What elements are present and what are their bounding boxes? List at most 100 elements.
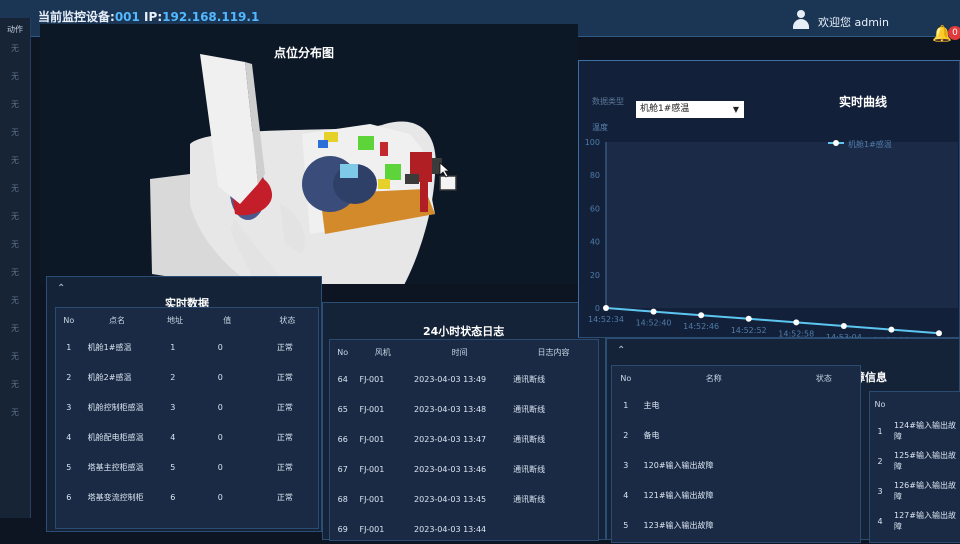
table-cell: 65 (337, 404, 348, 414)
collapse-chevron-icon[interactable]: ⌃ (57, 283, 65, 294)
y-tick-label: 40 (590, 238, 600, 247)
sidebar-action-item[interactable]: 无 (0, 147, 30, 175)
data-point (650, 308, 657, 315)
data-point (698, 312, 705, 319)
table-cell: 1 (170, 342, 176, 352)
sidebar-action-item[interactable]: 无 (0, 203, 30, 231)
table-row[interactable]: 1 124#输入输出故障 (870, 416, 960, 446)
table-cell: 正常 (276, 342, 293, 352)
table-row[interactable]: 3 机舱控制柜感温 3 0 正常 (56, 392, 318, 422)
col-time: 时间 (451, 347, 468, 357)
y-tick-label: 20 (590, 271, 600, 280)
data-point (745, 315, 752, 322)
mouse-cursor-icon (439, 162, 451, 178)
table-cell: 0 (217, 462, 223, 472)
table-cell: 1 (623, 400, 629, 410)
fault-info-panel: ⌃ 故障信息 No 名称 状态 1 主电 2 备电 3 120#输入输出故障 4 121#输入… (606, 338, 960, 543)
sidebar-action-item[interactable]: 无 (0, 175, 30, 203)
table-row[interactable]: 4 121#输入输出故障 (612, 480, 860, 510)
turbine-3d-model[interactable] (40, 24, 578, 284)
notification-badge[interactable]: 0 (948, 26, 960, 40)
sidebar-action-item[interactable]: 无 (0, 63, 30, 91)
sidebar-header: 动作 (7, 25, 23, 34)
realtime-curve-chart[interactable]: 0 20 40 60 80 100 14:52:34 14:52:40 14:52:46 14:5… (578, 118, 960, 358)
table-cell: 正常 (276, 402, 293, 412)
table-cell: 0 (217, 432, 223, 442)
sidebar-action-item[interactable]: 无 (0, 315, 30, 343)
col-address: 地址 (166, 315, 183, 325)
table-row[interactable]: 3 120#输入输出故障 (612, 450, 860, 480)
table-row[interactable]: 66 FJ-001 2023-04-03 13:47 通讯断线 (330, 424, 598, 454)
ip-label: IP: (139, 10, 163, 24)
table-cell: 6 (170, 492, 176, 502)
table-row[interactable]: 1 机舱1#感温 1 0 正常 (56, 332, 318, 362)
sidebar-action-item[interactable]: 无 (0, 35, 30, 63)
table-cell: 1 (66, 342, 72, 352)
table-row[interactable]: 64 FJ-001 2023-04-03 13:49 通讯断线 (330, 364, 598, 394)
sidebar-action-item[interactable]: 无 (0, 119, 30, 147)
model-panel: 点位分布图 (40, 24, 578, 284)
table-row[interactable]: 2 125#输入输出故障 (870, 446, 960, 476)
welcome-text[interactable]: 欢迎您 admin (818, 14, 889, 30)
data-point (793, 319, 800, 326)
table-cell: 正常 (276, 462, 293, 472)
table-row[interactable]: 4 127#输入输出故障 (870, 506, 960, 536)
table-row[interactable]: 5 123#输入输出故障 (612, 510, 860, 540)
col-no: No (620, 373, 632, 383)
sidebar-action-item[interactable]: 无 (0, 91, 30, 119)
table-cell: 通讯断线 (513, 464, 546, 474)
data-type-select[interactable]: 机舱1#感温 ▼ (636, 101, 744, 118)
table-row[interactable]: 6 塔基变流控制柜 6 0 正常 (56, 482, 318, 512)
x-tick-label: 14:52:40 (636, 319, 672, 328)
table-row[interactable]: 1 主电 (612, 390, 860, 420)
table-cell: 正常 (276, 372, 293, 382)
table-cell: 2 (877, 456, 883, 466)
table-cell: FJ-001 (359, 434, 385, 444)
table-cell: 备电 (643, 430, 660, 440)
table-cell: 0 (217, 342, 223, 352)
table-cell: 4 (877, 516, 883, 526)
table-cell: 2 (170, 372, 176, 382)
sidebar-action-item[interactable]: 无 (0, 287, 30, 315)
table-row[interactable]: 4 机舱配电柜感温 4 0 正常 (56, 422, 318, 452)
user-avatar-icon[interactable] (793, 10, 809, 30)
data-point (888, 326, 895, 333)
table-row[interactable]: 3 126#输入输出故障 (870, 476, 960, 506)
sidebar-action-item[interactable]: 无 (0, 259, 30, 287)
sidebar-action-item[interactable]: 无 (0, 231, 30, 259)
col-no: No (874, 399, 886, 409)
table-row[interactable]: 2 备电 (612, 420, 860, 450)
table-cell: 4 (66, 432, 72, 442)
table-cell: 1 (877, 426, 883, 436)
table-cell: 68 (337, 494, 348, 504)
table-cell: 2023-04-03 13:45 (414, 494, 487, 504)
table-cell: 通讯断线 (513, 434, 546, 444)
sidebar-action-item[interactable]: 无 (0, 371, 30, 399)
y-tick-label: 100 (585, 138, 600, 147)
sidebar-action-item[interactable]: 无 (0, 399, 30, 427)
x-tick-label: 14:52:52 (731, 326, 767, 335)
device-label: 当前监控设备: (38, 10, 115, 24)
table-cell: FJ-001 (359, 464, 385, 474)
table-row[interactable]: 65 FJ-001 2023-04-03 13:48 通讯断线 (330, 394, 598, 424)
collapse-chevron-icon[interactable]: ⌃ (617, 345, 625, 356)
col-status: 状态 (279, 315, 296, 325)
table-cell: 64 (337, 374, 348, 384)
table-cell: 0 (217, 372, 223, 382)
table-cell: 67 (337, 464, 348, 474)
status-log-title: 24小时状态日志 (423, 325, 505, 338)
table-row[interactable]: 5 塔基主控柜感温 5 0 正常 (56, 452, 318, 482)
table-cell: 3 (66, 402, 72, 412)
table-cell: 5 (170, 462, 176, 472)
fault-table: No 名称 状态 1 主电 2 备电 3 120#输入输出故障 4 121#输入输出故障 5 12… (612, 366, 860, 540)
table-cell: 120#输入输出故障 (643, 460, 714, 470)
table-cell: 6 (66, 492, 72, 502)
table-row[interactable]: 67 FJ-001 2023-04-03 13:46 通讯断线 (330, 454, 598, 484)
table-row[interactable]: 68 FJ-001 2023-04-03 13:45 通讯断线 (330, 484, 598, 514)
table-cell: FJ-001 (359, 404, 385, 414)
sidebar-action-item[interactable]: 无 (0, 343, 30, 371)
table-row[interactable]: 2 机舱2#感温 2 0 正常 (56, 362, 318, 392)
table-cell: 2023-04-03 13:49 (414, 374, 487, 384)
table-cell: 4 (170, 432, 176, 442)
legend-marker (833, 140, 839, 146)
